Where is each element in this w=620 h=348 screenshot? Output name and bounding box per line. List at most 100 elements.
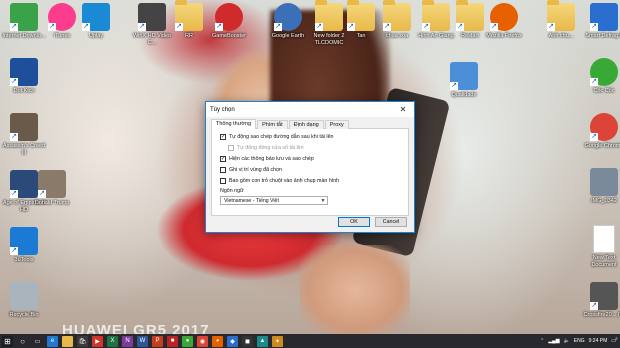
desktop-icon-label: Anh chu... — [548, 33, 574, 39]
taskbar-onenote[interactable]: N — [122, 335, 133, 347]
image-file-icon — [590, 168, 618, 196]
desktop-icon-chrome[interactable]: Google Chrome — [580, 113, 620, 150]
option-row[interactable]: ✓ Hiện các thông báo lưu và sao chép — [220, 155, 400, 163]
notification-icon[interactable]: ▭ 2 — [611, 336, 618, 344]
desktop-icon-gamebooster[interactable]: GameBooster — [205, 3, 253, 40]
recycle-bin-icon — [10, 282, 38, 310]
dialog-titlebar[interactable]: Tùy chọn ✕ — [206, 102, 414, 117]
app-icon: ✦ — [274, 338, 281, 345]
desktop-icon-smart-defrag[interactable]: Smart Defrag 5 — [580, 3, 620, 40]
option-row[interactable]: ✓ Tự động sao chép đường dẫn sau khi tải … — [220, 133, 400, 141]
volume-icon[interactable]: 🔈 — [564, 338, 570, 344]
dialog-title: Tùy chọn — [210, 106, 235, 113]
media-icon: ▶ — [95, 338, 100, 345]
3utools-icon — [10, 227, 38, 255]
taskbar-excel[interactable]: X — [107, 335, 118, 347]
taskbar-store[interactable]: 🛍 — [77, 335, 88, 347]
desktop-icon-label: Assassin's Creed III — [2, 143, 46, 156]
taskbar-coccoc[interactable]: ● — [182, 335, 193, 347]
desktop-icon-uplay[interactable]: Uplay — [72, 3, 120, 40]
desktop-icon-firefox[interactable]: Mozilla Firefox — [480, 3, 528, 40]
taskbar-app-red[interactable]: ■ — [167, 335, 178, 347]
language-select[interactable]: Vietnamese - Tiếng Việt ▼ — [220, 196, 328, 205]
desktop-icon-coccoc[interactable]: Cốc Cốc — [580, 58, 620, 95]
folder-icon — [547, 0, 575, 31]
search-icon: ○ — [20, 336, 25, 346]
taskbar-app-teal[interactable]: ▲ — [257, 335, 268, 347]
dialog-buttons: OK Cancel — [338, 217, 407, 227]
option-row[interactable]: Ghi vị trí vùng đã chọn — [220, 166, 400, 174]
gamebooster-icon — [215, 3, 243, 31]
close-button[interactable]: ✕ — [396, 103, 410, 116]
desktop-icon-crossfire[interactable]: Crossfire20... (2) — [580, 282, 620, 319]
notification-count: 2 — [615, 336, 618, 341]
photo-icon — [38, 170, 66, 198]
desktop-icon-photo[interactable]: Donald Trump — [34, 170, 70, 207]
tab-general[interactable]: Thông thường — [211, 119, 257, 129]
desktop-icon-label: GameBooster — [212, 33, 246, 39]
tray-arrow-icon[interactable]: ⌃ — [540, 338, 544, 344]
chrome-icon: ◉ — [199, 338, 206, 345]
chrome-icon — [590, 113, 618, 141]
edge-icon: e — [50, 338, 55, 344]
tab-hotkeys[interactable]: Phím tắt — [257, 120, 288, 129]
desktop-icon-folder[interactable]: Anh chu... — [537, 0, 585, 40]
text-file-icon — [593, 225, 615, 253]
taskbar-explorer[interactable] — [62, 335, 73, 347]
desktop-icon-qualidade[interactable]: Qualidade — [440, 62, 488, 99]
option-row[interactable]: Bao gồm con trỏ chuột vào ảnh chụp màn h… — [220, 177, 400, 185]
taskbar-chrome[interactable]: ◉ — [197, 335, 208, 347]
desktop-icon-label: Qualidade — [451, 92, 477, 98]
tab-format[interactable]: Định dạng — [288, 120, 324, 129]
option-row: Tự động đóng cửa sổ tải lên — [220, 144, 400, 152]
uplay-icon — [82, 3, 110, 31]
option-checkbox — [228, 145, 234, 151]
chevron-down-icon: ▼ — [320, 198, 326, 204]
excel-icon: X — [110, 338, 115, 344]
ok-button[interactable]: OK — [338, 217, 370, 227]
desktop-icon-label: 3uTools — [14, 257, 34, 263]
language-indicator[interactable]: ENG — [574, 338, 585, 344]
folder-icon — [347, 0, 375, 31]
option-checkbox[interactable]: ✓ — [220, 134, 226, 140]
cancel-button[interactable]: Cancel — [375, 217, 407, 227]
option-checkbox[interactable] — [220, 167, 226, 173]
idm-icon — [10, 3, 38, 31]
folder-icon — [175, 0, 203, 31]
desktop-icon-text-file[interactable]: New Text Document — [580, 225, 620, 268]
options-dialog: Tùy chọn ✕ Thông thường Phím tắt Định dạ… — [205, 101, 415, 233]
taskbar-app-dark[interactable]: ◼ — [242, 335, 253, 347]
onenote-icon: N — [125, 338, 130, 344]
desktop-icon-label: Recycle Bin — [9, 312, 39, 318]
options-list: ✓ Tự động sao chép đường dẫn sau khi tải … — [220, 133, 400, 185]
search-button[interactable]: ○ — [17, 336, 28, 347]
tab-proxy[interactable]: Proxy — [324, 120, 349, 129]
start-button[interactable]: ⊞ — [2, 335, 13, 347]
desktop-icon-recycle-bin[interactable]: Recycle Bin — [0, 282, 48, 319]
desktop-icon-label: New Text Document — [591, 255, 617, 268]
close-icon: ✕ — [399, 105, 407, 114]
option-label: Bao gồm con trỏ chuột vào ảnh chụp màn h… — [229, 178, 340, 184]
option-checkbox[interactable] — [220, 178, 226, 184]
option-label: Tự động sao chép đường dẫn sau khi tải l… — [229, 134, 334, 140]
option-label: Hiện các thông báo lưu và sao chép — [229, 156, 314, 162]
network-icon[interactable]: ▂▄▆ — [548, 338, 559, 344]
taskbar-app-orange[interactable]: ✦ — [272, 335, 283, 347]
wallpaper-hand — [300, 245, 410, 335]
option-checkbox[interactable]: ✓ — [220, 156, 226, 162]
desktop-icon-assassins-creed[interactable]: Assassin's Creed III — [0, 113, 48, 156]
firefox-icon: ◕ — [215, 338, 220, 344]
taskbar-edge[interactable]: e — [47, 335, 58, 347]
taskbar-app-blue[interactable]: ◆ — [227, 335, 238, 347]
desktop-icon-image-file[interactable]: IMG_0342 — [580, 168, 620, 205]
desktop-icon-dot-kich[interactable]: Dot Kich — [0, 58, 48, 95]
taskbar-powerpoint[interactable]: P — [152, 335, 163, 347]
taskbar-firefox[interactable]: ◕ — [212, 335, 223, 347]
clock[interactable]: 9:24 PM — [589, 338, 608, 344]
taskbar-word[interactable]: W — [137, 335, 148, 347]
store-icon: 🛍 — [78, 338, 87, 345]
taskbar-media[interactable]: ▶ — [92, 335, 103, 347]
task-view-button[interactable]: ▭ — [32, 336, 43, 347]
winx-icon — [138, 3, 166, 31]
desktop-icon-3utools[interactable]: 3uTools — [0, 227, 48, 264]
